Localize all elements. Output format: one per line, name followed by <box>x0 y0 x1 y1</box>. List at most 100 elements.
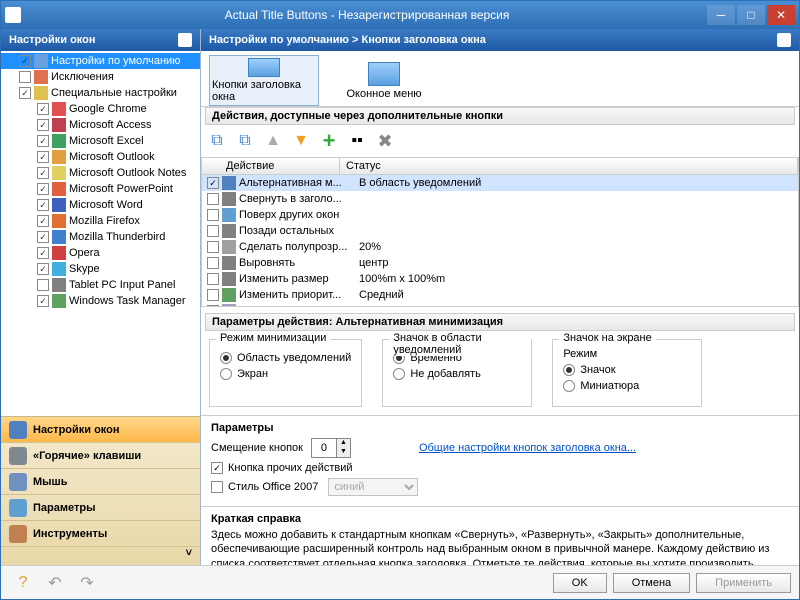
checkbox-icon[interactable]: ✓ <box>37 199 49 211</box>
copy-icon[interactable]: ⧉ <box>205 129 229 153</box>
table-row[interactable]: Выровнятьцентр <box>202 255 798 271</box>
checkbox-icon[interactable]: ✓ <box>19 87 31 99</box>
panel-icon[interactable] <box>777 33 791 47</box>
breadcrumb: Настройки по умолчанию > Кнопки заголовк… <box>209 34 486 46</box>
up-arrow-icon[interactable]: ▲ <box>261 129 285 153</box>
app-icon <box>52 182 66 196</box>
delete-icon[interactable]: ✖ <box>373 129 397 153</box>
close-button[interactable]: ✕ <box>767 5 795 25</box>
checkbox-icon[interactable] <box>37 279 49 291</box>
tree-node[interactable]: ✓Microsoft Outlook Notes <box>1 165 200 181</box>
redo-icon[interactable]: ↷ <box>73 571 101 595</box>
tab[interactable]: Оконное меню <box>329 55 439 106</box>
nav-button[interactable]: «Горячие» клавиши <box>1 443 200 469</box>
add-icon[interactable]: + <box>317 129 341 153</box>
radio-option[interactable]: Экран <box>220 368 351 380</box>
tree-node[interactable]: ✓Microsoft Excel <box>1 133 200 149</box>
radio-option[interactable]: Не добавлять <box>393 368 521 380</box>
office-style-checkbox[interactable]: Стиль Office 2007 синий <box>211 478 789 496</box>
tree-node[interactable]: ✓Microsoft PowerPoint <box>1 181 200 197</box>
checkbox-icon[interactable] <box>207 257 219 269</box>
settings-tree[interactable]: ✓Настройки по умолчаниюИсключения✓Специа… <box>1 51 200 416</box>
paste-icon[interactable]: ⧉ <box>233 129 257 153</box>
checkbox-icon[interactable] <box>19 71 31 83</box>
tree-node[interactable]: ✓Mozilla Firefox <box>1 213 200 229</box>
checkbox-icon[interactable]: ✓ <box>37 183 49 195</box>
table-row[interactable]: Изменить приорит...Средний <box>202 287 798 303</box>
table-row[interactable]: ✓Альтернативная м...В область уведомлени… <box>202 175 798 191</box>
checkbox-icon[interactable]: ✓ <box>207 177 219 189</box>
radio-option[interactable]: Миниатюра <box>563 380 691 392</box>
checkbox-icon[interactable]: ✓ <box>37 135 49 147</box>
right-panel: Настройки по умолчанию > Кнопки заголовк… <box>201 29 799 565</box>
checkbox-icon[interactable]: ✓ <box>19 55 31 67</box>
common-settings-link[interactable]: Общие настройки кнопок заголовка окна... <box>419 442 636 454</box>
group-tray-icon: Значок в области уведомлений ВременноНе … <box>382 339 532 407</box>
checkbox-icon[interactable] <box>207 225 219 237</box>
nav-button[interactable]: Мышь <box>1 469 200 495</box>
tree-node[interactable]: ✓Специальные настройки <box>1 85 200 101</box>
apply-button[interactable]: Применить <box>696 573 791 593</box>
footer: ? ↶ ↷ OK Отмена Применить <box>1 565 799 599</box>
ok-button[interactable]: OK <box>553 573 607 593</box>
nav-more[interactable]: ˅ <box>1 547 200 565</box>
maximize-button[interactable]: □ <box>737 5 765 25</box>
tab[interactable]: Кнопки заголовка окна <box>209 55 319 106</box>
tree-node[interactable]: Исключения <box>1 69 200 85</box>
nav-button[interactable]: Настройки окон <box>1 417 200 443</box>
radio-option[interactable]: Область уведомлений <box>220 352 351 364</box>
table-row[interactable]: Поверх других окон <box>202 207 798 223</box>
minimize-button[interactable]: ─ <box>707 5 735 25</box>
checkbox-icon[interactable] <box>207 209 219 221</box>
undo-icon[interactable]: ↶ <box>41 571 69 595</box>
actions-table[interactable]: ДействиеСтатус ✓Альтернативная м...В обл… <box>201 157 799 307</box>
titlebar: Actual Title Buttons - Незарегистрирован… <box>1 1 799 29</box>
tree-node[interactable]: ✓Настройки по умолчанию <box>1 53 200 69</box>
checkbox-icon[interactable] <box>207 193 219 205</box>
parameters-section: Параметры Смещение кнопок ▲▼ Общие настр… <box>201 415 799 506</box>
table-row[interactable]: Сделать полупрозр...20% <box>202 239 798 255</box>
checkbox-icon[interactable]: ✓ <box>37 119 49 131</box>
radio-option[interactable]: Значок <box>563 364 691 376</box>
other-actions-checkbox[interactable]: ✓Кнопка прочих действий <box>211 462 789 474</box>
checkbox-icon[interactable] <box>207 289 219 301</box>
nav-button[interactable]: Параметры <box>1 495 200 521</box>
table-row[interactable]: Призрак <box>202 303 798 307</box>
checkbox-icon[interactable]: ✓ <box>37 167 49 179</box>
table-row[interactable]: Позади остальных <box>202 223 798 239</box>
cancel-button[interactable]: Отмена <box>613 573 690 593</box>
checkbox-icon[interactable]: ✓ <box>37 247 49 259</box>
tree-node[interactable]: ✓Microsoft Word <box>1 197 200 213</box>
checkbox-icon[interactable] <box>207 273 219 285</box>
app-icon <box>34 86 48 100</box>
table-row[interactable]: Изменить размер100%m x 100%m <box>202 271 798 287</box>
tree-node[interactable]: ✓Microsoft Access <box>1 117 200 133</box>
tree-node[interactable]: ✓Microsoft Outlook <box>1 149 200 165</box>
app-icon <box>52 262 66 276</box>
checkbox-icon[interactable] <box>207 241 219 253</box>
checkbox-icon[interactable]: ✓ <box>37 151 49 163</box>
table-row[interactable]: Свернуть в заголо... <box>202 191 798 207</box>
tree-node[interactable]: ✓Mozilla Thunderbird <box>1 229 200 245</box>
tree-node[interactable]: Tablet PC Input Panel <box>1 277 200 293</box>
checkbox-icon[interactable]: ✓ <box>37 295 49 307</box>
checkbox-icon[interactable]: ✓ <box>37 231 49 243</box>
separator-icon[interactable]: ▪▪ <box>345 129 369 153</box>
checkbox-icon[interactable]: ✓ <box>37 103 49 115</box>
tree-node[interactable]: ✓Google Chrome <box>1 101 200 117</box>
nav-icon <box>9 421 27 439</box>
group-minimize-mode: Режим минимизации Область уведомленийЭкр… <box>209 339 362 407</box>
action-icon <box>222 240 236 254</box>
down-arrow-icon[interactable]: ▼ <box>289 129 313 153</box>
checkbox-icon[interactable]: ✓ <box>37 263 49 275</box>
panel-icon[interactable] <box>178 33 192 47</box>
tree-node[interactable]: ✓Windows Task Manager <box>1 293 200 309</box>
checkbox-icon[interactable]: ✓ <box>37 215 49 227</box>
checkbox-icon[interactable] <box>207 305 219 307</box>
tree-node[interactable]: ✓Skype <box>1 261 200 277</box>
tree-node[interactable]: ✓Opera <box>1 245 200 261</box>
nav-button[interactable]: Инструменты <box>1 521 200 547</box>
offset-spinner[interactable]: ▲▼ <box>311 438 351 458</box>
help-icon[interactable]: ? <box>9 571 37 595</box>
nav-icon <box>9 499 27 517</box>
